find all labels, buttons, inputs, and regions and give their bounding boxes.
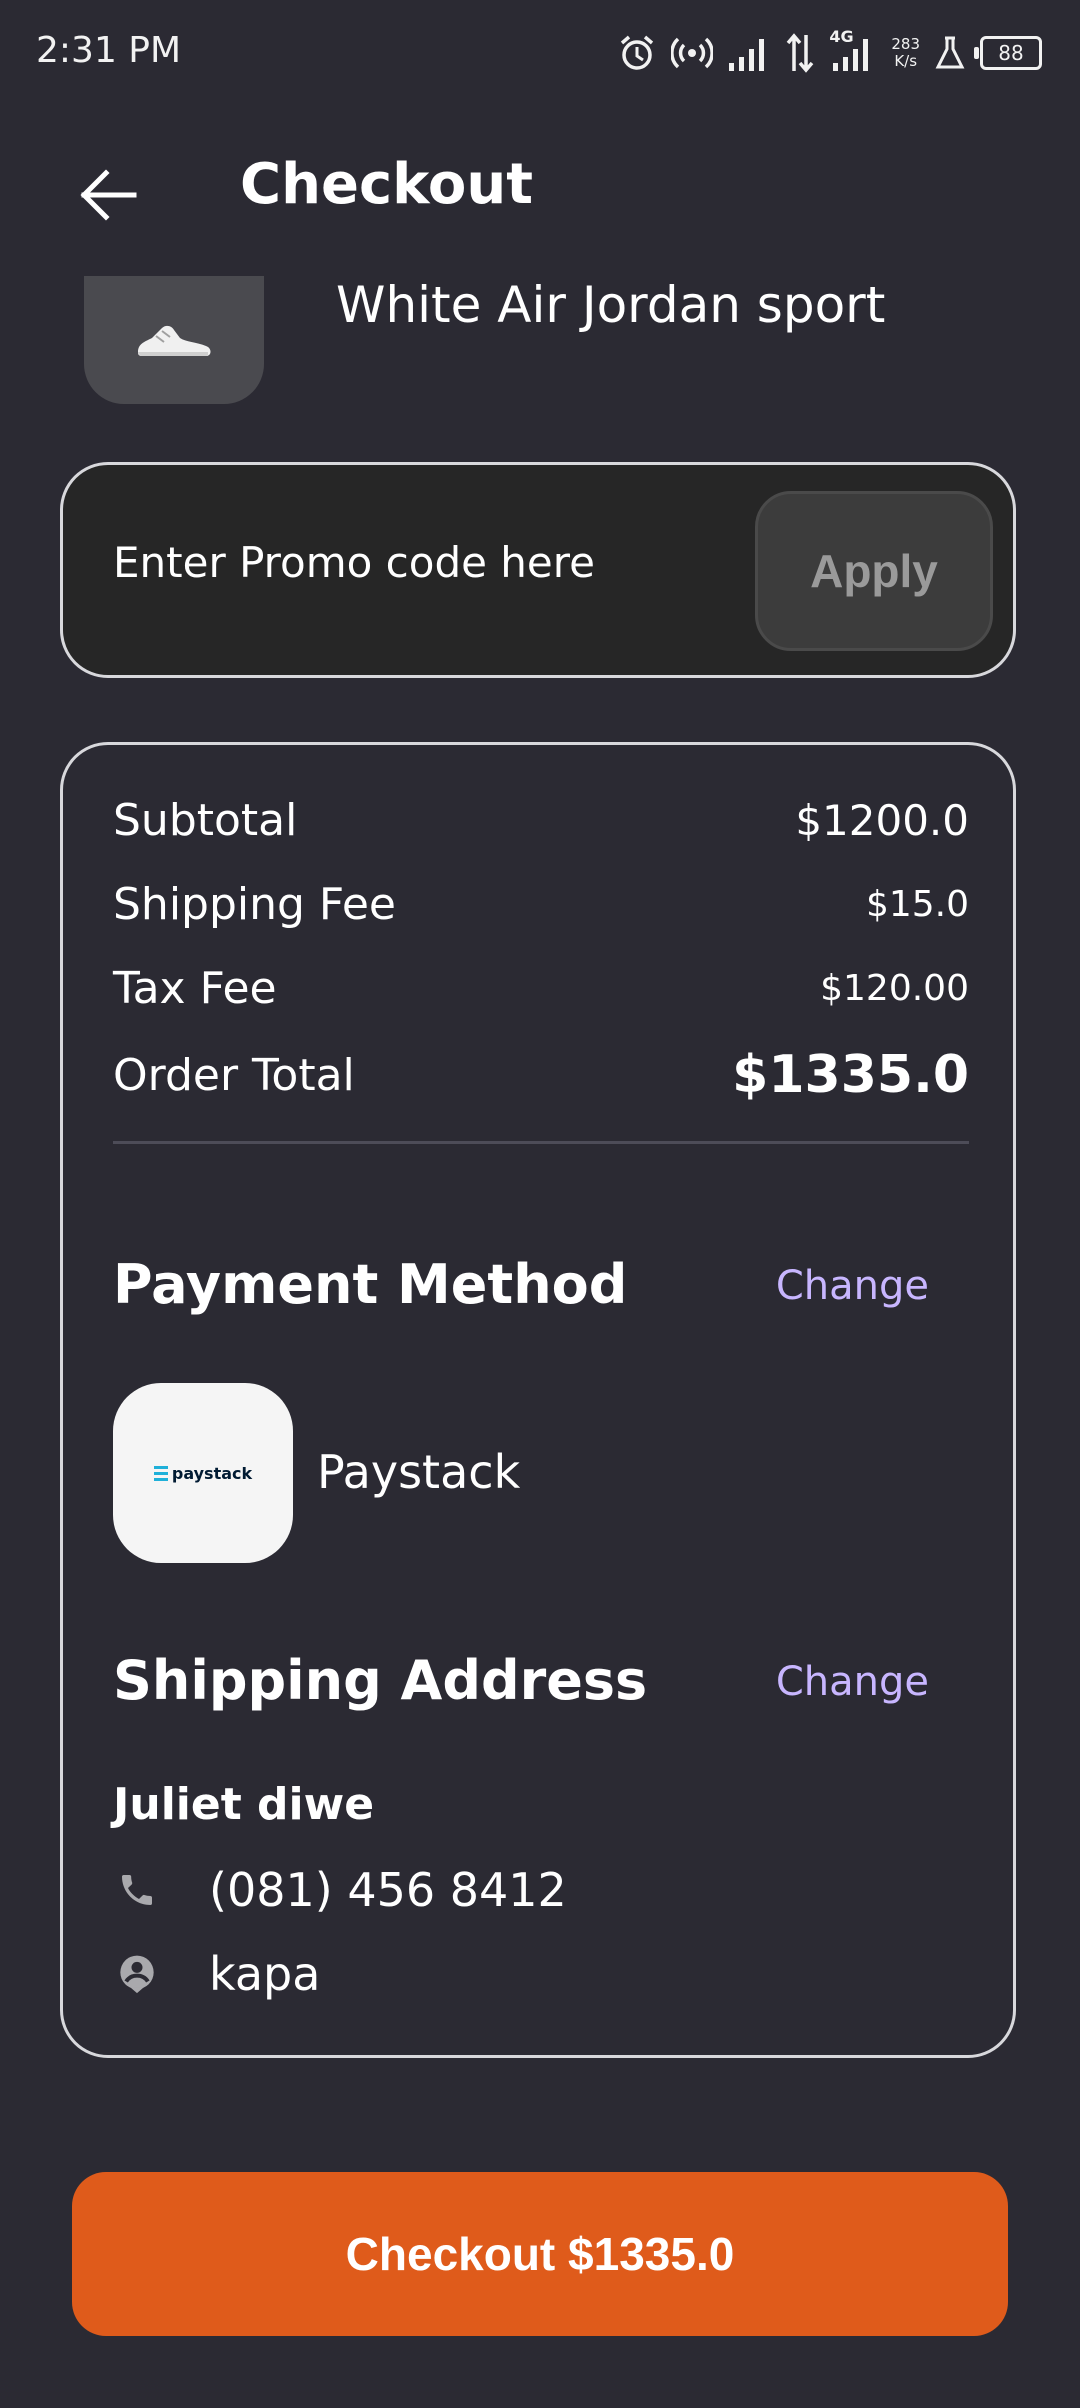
subtotal-row: Subtotal $1200.0 [113,795,969,846]
shipping-address-title: Shipping Address [113,1649,648,1712]
signal-icon [729,39,765,71]
tax-fee-value: $120.00 [820,968,969,1009]
shipping-fee-row: Shipping Fee $15.0 [113,879,969,930]
status-time: 2:31 PM [36,30,182,71]
tax-fee-row: Tax Fee $120.00 [113,963,969,1014]
order-total-row: Order Total $1335.0 [113,1045,969,1105]
hotspot-icon [671,37,714,69]
subtotal-value: $1200.0 [795,796,969,845]
sneaker-icon [138,325,211,356]
order-total-label: Order Total [113,1049,355,1101]
page-title: Checkout [240,152,533,217]
promo-code-input[interactable] [111,537,735,588]
phone-line: (081) 456 8412 [113,1863,567,1917]
change-payment-link[interactable]: Change [776,1263,929,1309]
network-speed: 283 K/s [891,35,920,70]
network-type-4g: 4G [829,27,877,73]
signal-4g-icon [833,39,869,71]
summary-divider [113,1141,969,1144]
shipping-fee-label: Shipping Fee [113,879,396,930]
location-text: kapa [209,1947,321,2001]
tax-fee-label: Tax Fee [113,963,277,1014]
shipping-fee-value: $15.0 [865,884,969,925]
data-transfer-icon [787,33,814,73]
paystack-mark-icon [153,1465,168,1481]
alarm-icon [621,35,654,70]
phone-icon [113,1866,161,1914]
arrow-left-icon [80,169,137,221]
promo-code-box: Apply [60,462,1016,678]
order-summary-card: Subtotal $1200.0 Shipping Fee $15.0 Tax … [60,742,1016,2058]
battery-indicator: 88 [974,36,1042,70]
subtotal-label: Subtotal [113,795,298,846]
payment-method-title: Payment Method [113,1253,628,1316]
paystack-wordmark: paystack [171,1463,253,1483]
checkout-button[interactable]: Checkout $1335.0 [72,2172,1008,2336]
flask-icon [935,36,965,69]
person-pin-icon [113,1950,161,1998]
payment-method-name: Paystack [317,1445,521,1499]
apply-button[interactable]: Apply [755,491,993,651]
change-address-link[interactable]: Change [776,1659,929,1705]
back-button[interactable] [74,160,144,230]
paystack-logo: paystack [113,1383,293,1563]
location-line: kapa [113,1947,320,2001]
order-total-value: $1335.0 [732,1045,969,1105]
phone-number: (081) 456 8412 [209,1863,567,1917]
recipient-name: Juliet diwe [113,1779,375,1830]
product-image [84,276,264,404]
status-bar: 2:31 PM 4G 283 K/s 88 [0,0,1080,110]
status-icons: 4G 283 K/s 88 [617,27,1042,76]
product-name: White Air Jordan sport [336,276,886,334]
